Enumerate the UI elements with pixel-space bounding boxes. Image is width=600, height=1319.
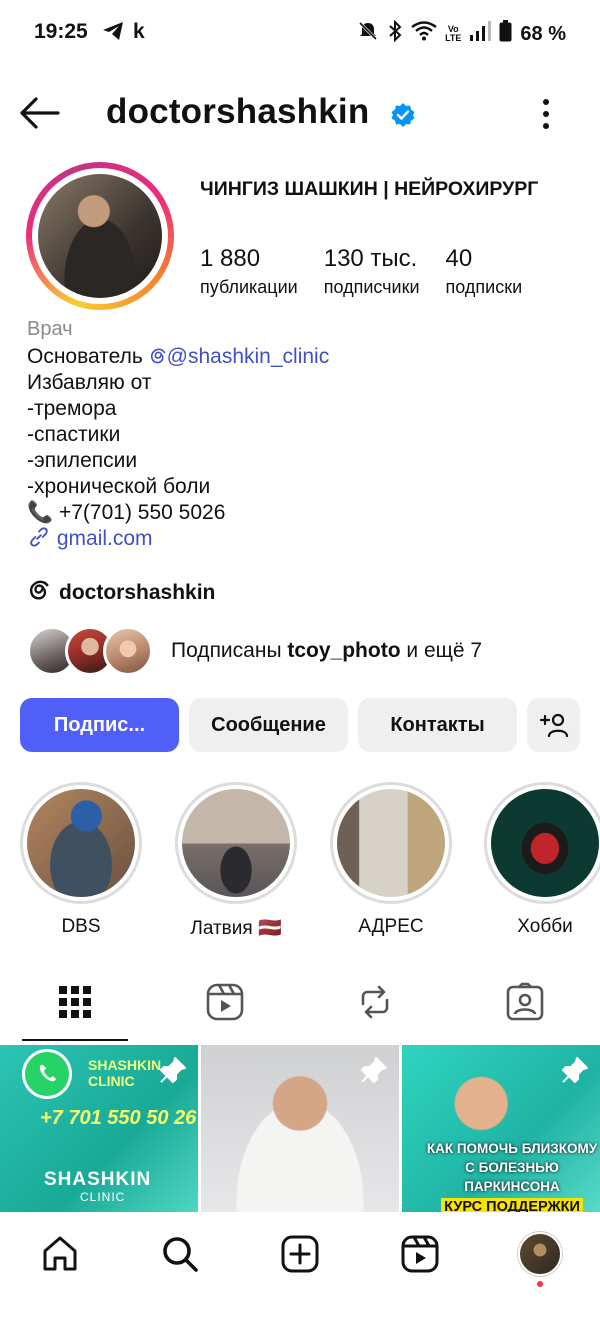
pin-icon	[359, 1055, 389, 1085]
profile-username: doctorshashkin	[106, 92, 370, 131]
highlight-cover	[182, 789, 290, 897]
followed-by-row[interactable]: Подписаны tcoy_photo и ещё 7	[27, 626, 482, 676]
profile-avatar[interactable]	[26, 162, 174, 310]
pin-icon	[560, 1055, 590, 1085]
post-thumbnail[interactable]	[201, 1045, 399, 1212]
threads-badge[interactable]: doctorshashkin	[27, 578, 215, 608]
link-icon	[30, 527, 48, 547]
suggest-user-button[interactable]	[527, 698, 580, 752]
bio-line: -тремора	[27, 397, 117, 420]
bio-phone[interactable]: 📞 +7(701) 550 5026	[27, 500, 567, 526]
status-time: 19:25	[34, 20, 88, 43]
pin-icon	[158, 1055, 188, 1085]
tab-tagged-icon[interactable]	[505, 982, 545, 1022]
create-post-icon[interactable]	[280, 1234, 320, 1274]
profile-header: doctorshashkin	[0, 86, 600, 142]
highlight-label: Латвия 🇱🇻	[190, 918, 282, 939]
highlight-cover	[27, 789, 135, 897]
message-button[interactable]: Сообщение	[189, 698, 348, 752]
more-options-icon[interactable]	[532, 96, 560, 132]
stat-posts[interactable]: 1 880 публикации	[200, 244, 298, 300]
highlight-latvia[interactable]: Латвия 🇱🇻	[175, 782, 297, 940]
highlight-label: DBS	[61, 916, 101, 937]
highlight-cover	[337, 789, 445, 897]
volte-indicator: Vo LTE	[445, 24, 462, 43]
bio-line: -хронической боли	[27, 475, 211, 498]
highlight-dbs[interactable]: DBS	[20, 782, 142, 938]
profile-bio: Врач Основатель @shashkin_clinic Избавля…	[27, 316, 567, 552]
bottom-navigation	[0, 1212, 600, 1319]
follow-button[interactable]: Подпис...	[20, 698, 179, 752]
profile-stats: 1 880 публикации 130 тыс. подписчики 40 …	[200, 244, 548, 300]
back-arrow-icon[interactable]	[18, 96, 62, 130]
profile-nav-avatar[interactable]	[518, 1232, 562, 1276]
bluetooth-icon	[387, 19, 403, 48]
profile-full-name: ЧИНГИЗ ШАШКИН | НЕЙРОХИРУРГ	[200, 178, 539, 200]
stat-following[interactable]: 40 подписки	[446, 244, 523, 300]
posts-grid: SHASHKIN CLINIC +7 701 550 50 26 SHASHKI…	[0, 1045, 600, 1212]
follower-avatar	[103, 626, 153, 676]
contacts-button[interactable]: Контакты	[358, 698, 517, 752]
verified-badge-icon	[390, 102, 416, 128]
profile-category: Врач	[27, 318, 73, 340]
mute-icon	[357, 20, 379, 48]
highlight-hobby[interactable]: Хобби	[484, 782, 600, 938]
wifi-icon	[411, 21, 437, 47]
mention-link[interactable]: @shashkin_clinic	[149, 345, 329, 368]
bio-link[interactable]: gmail.com	[27, 526, 567, 552]
threads-mention-icon	[150, 348, 166, 364]
signal-icon	[469, 21, 492, 47]
status-k: k	[133, 20, 145, 43]
tab-reels-icon[interactable]	[205, 982, 245, 1022]
highlight-address[interactable]: АДРЕС	[330, 782, 452, 938]
highlight-cover	[491, 789, 599, 897]
tab-grid-icon[interactable]	[55, 982, 95, 1022]
threads-icon	[27, 578, 51, 608]
active-tab-indicator	[22, 1039, 128, 1041]
tab-reposts-icon[interactable]	[355, 982, 395, 1022]
reels-icon[interactable]	[400, 1234, 440, 1274]
search-icon[interactable]	[160, 1234, 200, 1274]
post-thumbnail[interactable]: SHASHKIN CLINIC +7 701 550 50 26 SHASHKI…	[0, 1045, 198, 1212]
battery-icon	[499, 20, 512, 48]
status-bar: 19:25 k Vo LTE 68 %	[0, 0, 600, 66]
bio-founder-line: Основатель @shashkin_clinic	[27, 345, 330, 368]
battery-level: 68 %	[520, 22, 566, 45]
highlight-label: АДРЕС	[358, 916, 424, 937]
followed-by-text: Подписаны tcoy_photo и ещё 7	[171, 639, 483, 662]
avatar-photo	[38, 174, 162, 298]
bio-line: Избавляю от	[27, 371, 152, 394]
highlight-label: Хобби	[517, 916, 573, 937]
telegram-icon	[102, 21, 124, 46]
bio-line: -спастики	[27, 423, 121, 446]
add-user-icon	[539, 713, 568, 738]
stat-followers[interactable]: 130 тыс. подписчики	[324, 244, 420, 300]
notification-dot	[537, 1281, 543, 1287]
whatsapp-icon	[22, 1049, 72, 1099]
post-caption: КАК ПОМОЧЬ БЛИЗКОМУ С БОЛЕЗНЬЮ ПАРКИНСОН…	[424, 1139, 600, 1212]
home-icon[interactable]	[40, 1234, 80, 1274]
post-thumbnail[interactable]: КАК ПОМОЧЬ БЛИЗКОМУ С БОЛЕЗНЬЮ ПАРКИНСОН…	[402, 1045, 600, 1212]
bio-line: -эпилепсии	[27, 449, 138, 472]
profile-tabs	[0, 972, 600, 1042]
